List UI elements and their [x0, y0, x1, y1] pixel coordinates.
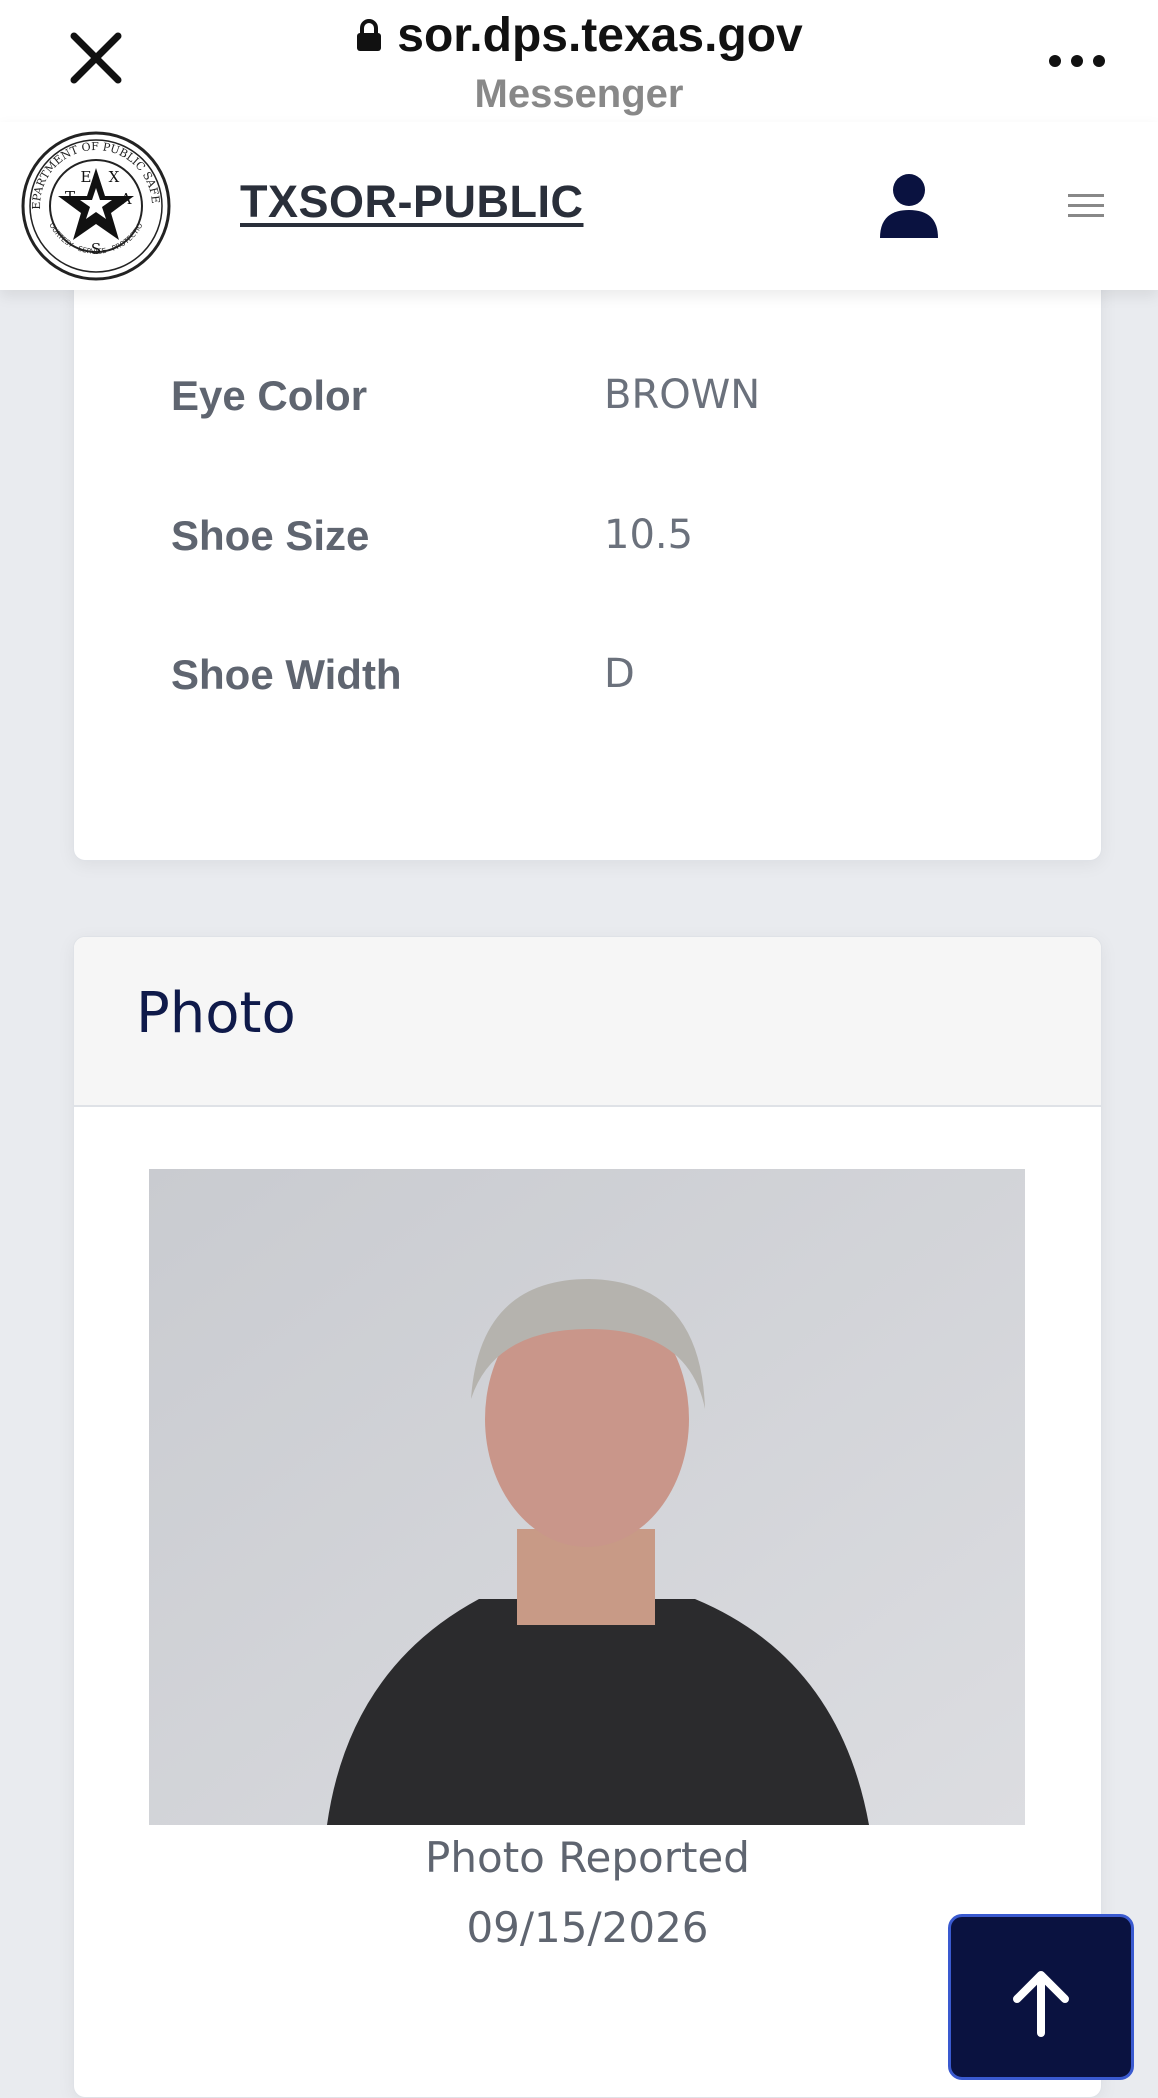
physical-details-card: Eye Color BROWN Shoe Size 10.5 Shoe Widt… — [73, 250, 1102, 861]
detail-value: 10.5 — [604, 512, 694, 558]
svg-text:A: A — [120, 190, 132, 208]
arrow-up-icon — [1013, 1971, 1069, 2037]
more-icon — [1049, 55, 1105, 67]
detail-row-shoe-width: Shoe Width D — [171, 651, 1071, 711]
lock-icon — [357, 19, 382, 51]
photo-reported-label: Photo Reported — [425, 1833, 750, 1882]
registrant-photo — [149, 1169, 1025, 1825]
detail-label: Shoe Width — [171, 651, 402, 698]
svg-text:S: S — [91, 240, 101, 258]
menu-icon[interactable] — [1068, 192, 1104, 220]
svg-text:E: E — [81, 168, 92, 186]
detail-label: Shoe Size — [171, 512, 370, 559]
scroll-to-top-button[interactable] — [948, 1914, 1134, 2080]
browser-toolbar: sor.dps.texas.gov Messenger — [0, 0, 1158, 122]
svg-text:X: X — [109, 168, 120, 186]
detail-row-eye-color: Eye Color BROWN — [171, 372, 1071, 432]
photo-placeholder — [149, 1169, 1025, 1825]
dps-seal-logo[interactable]: DEPARTMENT OF PUBLIC SAFETY COURTESY · S… — [20, 130, 172, 282]
url-text: sor.dps.texas.gov — [397, 9, 803, 62]
photo-reported-date: 09/15/2026 — [466, 1903, 709, 1952]
detail-row-shoe-size: Shoe Size 10.5 — [171, 512, 1071, 572]
detail-label: Eye Color — [171, 372, 368, 419]
photo-card-header: Photo — [74, 937, 1101, 1107]
site-header: DEPARTMENT OF PUBLIC SAFETY COURTESY · S… — [0, 122, 1158, 290]
detail-value: BROWN — [604, 372, 761, 418]
user-icon[interactable] — [878, 172, 940, 240]
address-bar[interactable]: sor.dps.texas.gov Messenger — [0, 6, 1158, 116]
photo-heading: Photo — [136, 981, 296, 1046]
site-title-link[interactable]: TXSOR-PUBLIC — [240, 176, 584, 228]
more-button[interactable] — [1046, 46, 1108, 76]
app-name: Messenger — [474, 72, 684, 116]
svg-text:T: T — [65, 188, 75, 206]
detail-value: D — [604, 651, 635, 697]
